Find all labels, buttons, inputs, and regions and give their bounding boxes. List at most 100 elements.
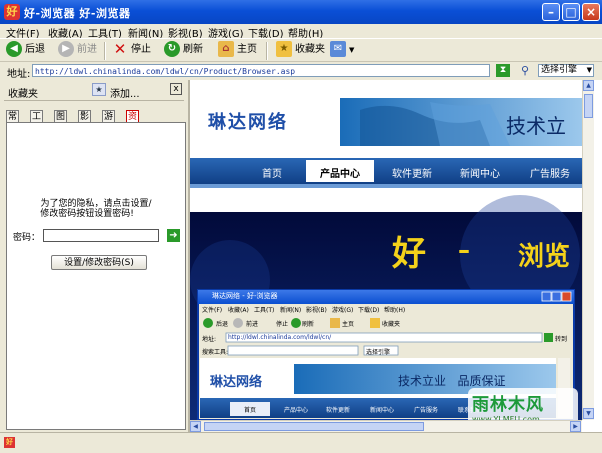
inner-address-label: 地址: [202,336,217,343]
refresh-icon: ↻ [164,41,180,57]
stop-button[interactable]: ✕ 停止 [112,41,151,59]
go-icon[interactable]: ⧗ [496,64,510,77]
home-label: 主页 [237,44,257,55]
web-content[interactable]: 琳达网络 技术立 首页 产品中心 软件更新 新闻中心 广告服务 好 – 浏览 琳… [190,80,602,432]
inner-menu-item: 工具(T) [254,307,275,314]
set-password-button[interactable]: 设置/修改密码(S) [51,255,147,270]
inner-menu-item: 收藏(A) [228,307,249,314]
close-button[interactable]: × [582,3,600,21]
stop-x-icon: ✕ [113,40,127,58]
stop-label: 停止 [131,44,151,55]
banner-dash: – [458,236,470,264]
horizontal-scroll-thumb[interactable] [204,422,424,431]
password-go-icon[interactable]: ➜ [167,229,180,242]
app-icon: 好 [4,4,20,20]
sidebar-panel: 为了您的隐私，请点击设置/ 修改密码按钮设置密码! 密码： ➜ 设置/修改密码(… [6,122,186,430]
inner-site-logo: 琳达网络 [210,375,263,390]
maximize-button[interactable]: □ [562,3,580,21]
back-label: 后退 [25,44,45,55]
site-nav-news[interactable]: 新闻中心 [460,165,500,180]
title-bar[interactable]: 好 好-浏览器 好-浏览器 – □ × [0,0,602,24]
home-button[interactable]: ⌂ 主页 [218,41,257,59]
site-slogan: 技术立 [506,114,566,138]
password-label: 密码： [13,233,41,243]
banner-title-right: 浏览 [518,242,571,272]
home-icon: ⌂ [218,41,234,57]
inner-engine-select: 选择引擎 [366,349,391,356]
add-favorite-icon[interactable]: ★ [92,83,106,96]
tab-common[interactable]: 常用 [6,110,20,134]
sidebar-close-button[interactable]: x [170,83,182,95]
tab-tools[interactable]: 工具 [30,110,44,134]
status-bar: 好 [0,432,602,453]
favorites-sidebar: 收藏夹 ★ 添加... x 常用 工具 图片 影视 游戏 资料 为了您的隐私，请… [0,80,190,432]
inner-address-url: http://ldwl.chinalinda.com/ldwl/cn/ [228,334,332,341]
search-engine-select[interactable]: 选择引擎 ▼ [538,64,594,77]
forward-button[interactable]: ▶ 前进 [58,41,97,59]
vertical-scroll-thumb[interactable] [584,94,593,118]
tab-video[interactable]: 影视 [78,110,92,134]
inner-nav-item: 软件更新 [326,407,351,414]
minimize-button[interactable]: – [542,3,560,21]
mail-dropdown-icon: ▼ [349,46,355,54]
inner-toolbar: 后退 前进 停止 刷新 主页 收藏夹 [202,319,402,328]
inner-window-title: 琳达网络 - 好-浏览器 [212,292,278,300]
banner-title-left: 好 [392,234,426,274]
site-nav-products[interactable]: 产品中心 [320,165,360,180]
inner-toolbar-item: 主页 [342,321,355,328]
site-nav-ads[interactable]: 广告服务 [530,165,570,180]
privacy-message-line1: 为了您的隐私，请点击设置/ [40,199,152,209]
scroll-right-icon[interactable]: ▶ [570,421,581,432]
inner-menu-item: 帮助(H) [384,307,406,314]
inner-go-label: 转到 [555,336,568,343]
refresh-button[interactable]: ↻ 刷新 [164,41,203,59]
vertical-scrollbar[interactable]: ▲ ▼ [582,80,594,420]
inner-site-slogan: 技术立业 品质保证 [398,374,506,388]
inner-nav-item: 产品中心 [284,407,309,414]
back-arrow-icon: ◀ [6,41,22,57]
scroll-up-icon[interactable]: ▲ [583,80,594,91]
add-favorite-button[interactable]: 添加... [110,85,140,100]
inner-toolbar-item: 停止 [276,321,289,328]
inner-nav-item: 新闻中心 [370,407,395,414]
site-nav-updates[interactable]: 软件更新 [392,165,432,180]
chevron-down-icon: ▼ [586,66,592,74]
password-input[interactable] [43,229,159,242]
inner-menu-item: 影视(B) [306,307,327,314]
address-input[interactable]: http://ldwl.chinalinda.com/ldwl/cn/Produ… [32,64,490,77]
back-button[interactable]: ◀ 后退 [6,41,45,59]
tab-games[interactable]: 游戏 [102,110,116,134]
inner-search-label: 搜索工具: [202,349,229,356]
site-nav-home[interactable]: 首页 [262,165,282,180]
mail-icon: ✉ [330,41,346,57]
toolbar: ◀ 后退 ▶ 前进 ✕ 停止 ↻ 刷新 ⌂ 主页 ★ 收藏夹 ✉ ▼ [0,38,602,62]
favorites-folder-icon: ★ [276,41,292,57]
favorites-label: 收藏夹 [295,44,325,55]
inner-toolbar-item: 收藏夹 [382,321,401,328]
search-engine-value: 选择引擎 [541,65,578,75]
scroll-down-icon[interactable]: ▼ [583,408,594,419]
menu-bar: 文件(F) 收藏(A) 工具(T) 新闻(N) 影视(B) 游戏(G) 下载(D… [0,24,602,40]
sidebar-title: 收藏夹 [8,89,38,100]
inner-toolbar-item: 后退 [216,321,229,328]
inner-toolbar-item: 前进 [246,321,259,328]
inner-menu: 文件(F) 收藏(A) 工具(T) 新闻(N) 影视(B) 游戏(G) 下载(D… [202,305,542,314]
inner-toolbar-item: 刷新 [302,321,315,328]
refresh-label: 刷新 [183,44,203,55]
address-bar: 地址: http://ldwl.chinalinda.com/ldwl/cn/P… [0,62,602,81]
site-logo: 琳达网络 [208,112,288,133]
watermark-name: 雨林木风 [472,395,544,415]
inner-nav-item: 首页 [244,407,257,414]
status-app-icon: 好 [4,437,15,448]
address-label: 地址: [7,69,31,80]
mail-button[interactable]: ✉ ▼ [330,41,354,59]
scroll-left-icon[interactable]: ◀ [190,421,201,432]
horizontal-scrollbar[interactable]: ◀ ▶ [190,420,582,432]
search-icon[interactable]: ⚲ [518,64,532,77]
sidebar-header: 收藏夹 ★ 添加... x [0,80,188,100]
favorites-button[interactable]: ★ 收藏夹 [276,41,325,59]
tab-images[interactable]: 图片 [54,110,68,134]
privacy-message-line2: 修改密码按钮设置密码! [40,209,134,219]
inner-menu-item: 新闻(N) [280,307,302,314]
inner-nav-item: 广告服务 [414,407,439,414]
